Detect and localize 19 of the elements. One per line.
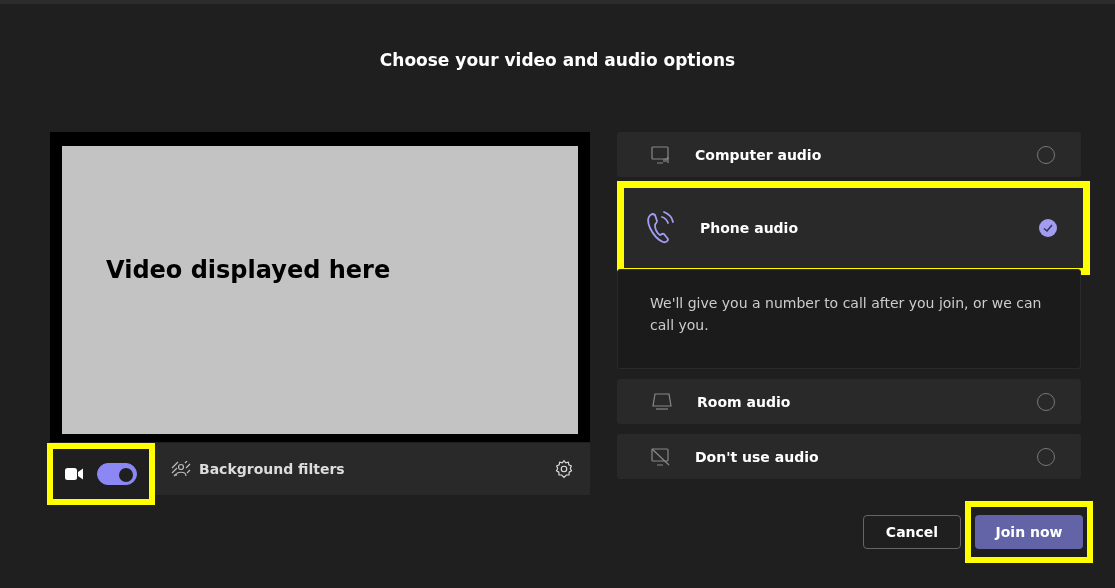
monitor-speaker-icon: [651, 144, 671, 165]
settings-icon[interactable]: [554, 459, 574, 479]
camera-toggle[interactable]: [97, 463, 137, 485]
background-filters-button[interactable]: Background filters: [167, 457, 349, 481]
placeholder-text: Video displayed here: [106, 256, 391, 284]
dialog-title: Choose your video and audio options: [378, 49, 737, 72]
cancel-button[interactable]: Cancel: [863, 515, 961, 549]
join-button[interactable]: Join now: [975, 515, 1083, 549]
room-device-icon: [651, 391, 673, 412]
camera-icon: [65, 467, 83, 481]
option-description: We'll give you a number to call after you join, or we can call you.: [650, 294, 1043, 335]
background-filters-icon: [171, 461, 191, 477]
radio-button[interactable]: [1039, 219, 1057, 237]
phone-icon: [646, 211, 676, 245]
audio-option[interactable]: Room audio: [617, 379, 1081, 424]
muted-monitor-icon: [651, 446, 671, 467]
audio-option[interactable]: Phone audio: [624, 188, 1083, 268]
audio-option[interactable]: Computer audio: [617, 132, 1081, 177]
audio-option[interactable]: Don't use audio: [617, 434, 1081, 479]
